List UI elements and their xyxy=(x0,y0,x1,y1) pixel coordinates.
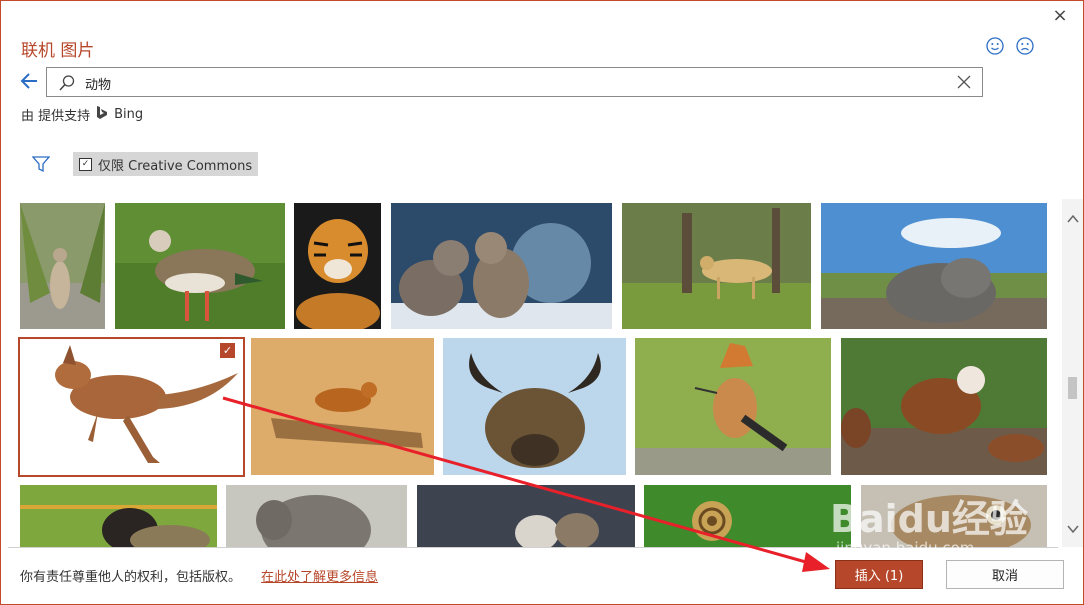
image-thumbnail xyxy=(294,203,381,329)
scroll-up-icon[interactable] xyxy=(1067,209,1079,223)
image-thumbnail xyxy=(20,485,217,547)
image-thumbnail xyxy=(821,203,1047,329)
image-thumbnail xyxy=(115,203,285,329)
image-thumbnail xyxy=(861,485,1047,547)
image-tile[interactable]: egyptian-goose xyxy=(115,203,285,329)
cancel-button[interactable]: 取消 xyxy=(946,560,1064,589)
provider-text: 由 提供支持 xyxy=(21,109,91,124)
image-tile[interactable]: eagle xyxy=(861,485,1047,547)
footer-divider xyxy=(8,547,1058,548)
image-tile[interactable]: meerkat xyxy=(20,203,105,329)
learn-more-link[interactable]: 在此处了解更多信息 xyxy=(261,566,378,585)
image-tile[interactable]: long-horned-cow xyxy=(443,338,626,475)
image-thumbnail xyxy=(443,338,626,475)
image-tile[interactable]: kittens xyxy=(417,485,635,547)
image-thumbnail xyxy=(622,203,811,329)
image-tile[interactable]: cheetah xyxy=(622,203,811,329)
image-tile[interactable]: hoopoe-bird xyxy=(635,338,831,475)
creative-commons-label: 仅限 Creative Commons xyxy=(98,158,253,174)
search-input[interactable] xyxy=(83,71,967,95)
arrow-left-icon[interactable] xyxy=(19,70,41,92)
image-thumbnail xyxy=(251,338,434,475)
insert-button[interactable]: 插入 (1) xyxy=(835,560,923,589)
creative-commons-checkbox[interactable]: ✓ 仅限 Creative Commons xyxy=(73,152,259,176)
image-thumbnail xyxy=(18,337,245,477)
image-tile-selected[interactable]: ✓ kangaroo xyxy=(18,337,245,477)
image-tile[interactable]: snail xyxy=(644,485,851,547)
dialog-title: 联机 图片 xyxy=(21,41,95,61)
image-tile[interactable]: elephant xyxy=(226,485,407,547)
image-results-grid: meerkat egyptian-goose tiger sea-lion-pu… xyxy=(0,199,1062,547)
filter-icon[interactable] xyxy=(31,155,51,173)
provider-line: 由 提供支持 Bing xyxy=(21,105,143,124)
image-tile[interactable]: hippo-in-mud xyxy=(821,203,1047,329)
image-tile[interactable]: brown-cows xyxy=(841,338,1047,475)
checkbox-check-icon: ✓ xyxy=(79,157,92,171)
smile-icon[interactable] xyxy=(986,37,1004,55)
image-thumbnail xyxy=(841,338,1047,475)
image-tile[interactable]: fox-on-log xyxy=(251,338,434,475)
image-tile[interactable]: tiger xyxy=(294,203,381,329)
scrollbar-thumb[interactable] xyxy=(1068,377,1077,399)
close-button[interactable]: × xyxy=(1050,6,1070,26)
image-thumbnail xyxy=(391,203,612,329)
scroll-down-icon[interactable] xyxy=(1067,519,1079,534)
frown-icon[interactable] xyxy=(1016,37,1034,55)
search-box xyxy=(46,67,983,97)
image-tile[interactable]: black-face-sheep xyxy=(20,485,217,547)
vertical-scrollbar[interactable] xyxy=(1062,199,1084,547)
image-thumbnail xyxy=(226,485,407,547)
search-icon xyxy=(58,74,76,92)
provider-brand: Bing xyxy=(114,107,144,122)
copyright-notice: 你有责任尊重他人的权利，包括版权。 xyxy=(20,570,242,585)
image-tile[interactable]: sea-lion-pups xyxy=(391,203,612,329)
image-thumbnail xyxy=(417,485,635,547)
selected-check-icon: ✓ xyxy=(220,343,235,358)
image-thumbnail xyxy=(635,338,831,475)
bing-logo-icon xyxy=(96,105,108,124)
close-icon[interactable] xyxy=(956,74,972,90)
feedback-group xyxy=(986,37,1034,55)
image-thumbnail xyxy=(20,203,105,329)
image-thumbnail xyxy=(644,485,851,547)
